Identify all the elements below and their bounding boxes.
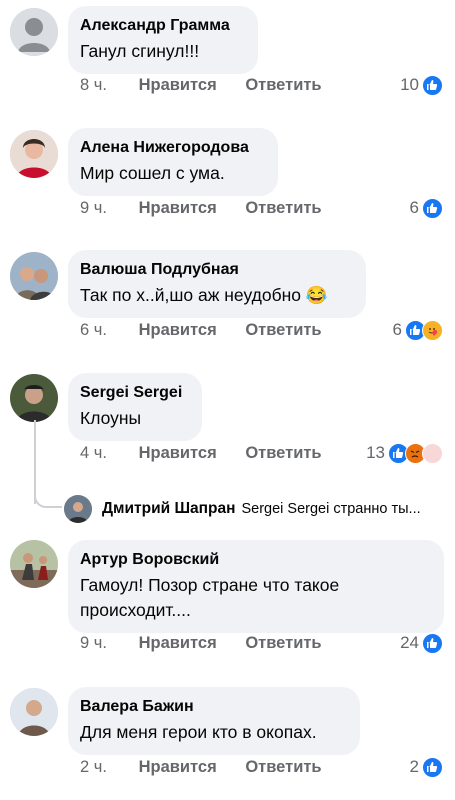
reactions-summary[interactable]: 13 <box>366 441 443 465</box>
comment-time[interactable]: 9 ч. <box>80 197 134 219</box>
comment-text: Для меня герои кто в окопах. <box>80 722 317 742</box>
reactions-count: 6 <box>392 320 402 339</box>
reply-link[interactable]: Ответить <box>245 319 321 341</box>
like-icon <box>422 74 443 96</box>
like-link[interactable]: Нравится <box>139 632 217 654</box>
reply-link[interactable]: Ответить <box>245 632 321 654</box>
reactions-summary[interactable]: 10 <box>400 73 443 97</box>
comment-bubble: Валюша Подлубная Так по х..й,шо аж неудо… <box>68 250 366 318</box>
reactions-summary[interactable]: 2 <box>410 755 443 779</box>
reply-preview[interactable]: Дмитрий Шапран Sergei Sergei странно ты.… <box>64 494 421 524</box>
like-link[interactable]: Нравится <box>139 197 217 219</box>
reply-link[interactable]: Ответить <box>245 197 321 219</box>
reactions-count: 24 <box>400 633 419 652</box>
reply-link[interactable]: Ответить <box>245 442 321 464</box>
extra-reaction-icon <box>422 442 443 464</box>
comment-time[interactable]: 4 ч. <box>80 442 134 464</box>
avatar-photo[interactable] <box>10 688 58 736</box>
like-icon <box>422 632 443 654</box>
reactions-summary[interactable]: 24 <box>400 631 443 655</box>
comment-actions: 4 ч. Нравится Ответить <box>80 442 322 464</box>
avatar-photo[interactable] <box>64 495 92 523</box>
comment-author[interactable]: Валюша Подлубная <box>80 259 352 280</box>
comment-text: Гамоул! Позор стране что такое происходи… <box>80 575 340 620</box>
comment-actions: 9 ч. Нравится Ответить <box>80 632 322 654</box>
avatar-photo[interactable] <box>10 252 58 300</box>
like-icon <box>422 756 443 778</box>
comment-bubble: Sergei Sergei Клоуны <box>68 373 202 441</box>
avatar-photo[interactable] <box>10 374 58 422</box>
comment-actions: 2 ч. Нравится Ответить <box>80 756 322 778</box>
reply-link[interactable]: Ответить <box>245 74 321 96</box>
reply-author[interactable]: Дмитрий Шапран <box>102 500 235 518</box>
comment-text: Клоуны <box>80 408 142 428</box>
comment-actions: 6 ч. Нравится Ответить <box>80 319 322 341</box>
comment-bubble: Александр Грамма Ганул сгинул!!! <box>68 6 258 74</box>
like-link[interactable]: Нравится <box>139 442 217 464</box>
comment-time[interactable]: 8 ч. <box>80 74 134 96</box>
thread-curve <box>34 480 62 508</box>
comment-author[interactable]: Александр Грамма <box>80 15 244 36</box>
comment-actions: 8 ч. Нравится Ответить <box>80 74 322 96</box>
like-link[interactable]: Нравится <box>139 319 217 341</box>
comment-text: Так по х..й,шо аж неудобно 😂 <box>80 283 352 308</box>
like-icon <box>422 197 443 219</box>
reply-text: Sergei Sergei странно ты... <box>241 501 421 517</box>
care-icon <box>422 319 443 341</box>
comment-time[interactable]: 6 ч. <box>80 319 134 341</box>
comment-text-content: Так по х..й,шо аж неудобно <box>80 285 302 305</box>
reactions-summary[interactable]: 6 <box>393 318 443 342</box>
reactions-count: 2 <box>409 757 419 776</box>
comment-author[interactable]: Валера Бажин <box>80 696 346 717</box>
comment-time[interactable]: 9 ч. <box>80 632 134 654</box>
comment-author[interactable]: Sergei Sergei <box>80 382 188 403</box>
avatar-default[interactable] <box>10 8 58 56</box>
reactions-count: 13 <box>366 443 385 462</box>
laughing-emoji: 😂 <box>305 285 328 305</box>
avatar-photo[interactable] <box>10 540 58 588</box>
reply-link[interactable]: Ответить <box>245 756 321 778</box>
reactions-summary[interactable]: 6 <box>410 196 443 220</box>
comment-bubble: Валера Бажин Для меня герои кто в окопах… <box>68 687 360 755</box>
reactions-count: 10 <box>400 75 419 94</box>
like-link[interactable]: Нравится <box>139 74 217 96</box>
comment-bubble: Артур Воровский Гамоул! Позор стране что… <box>68 540 444 633</box>
comment-author[interactable]: Алена Нижегородова <box>80 137 264 158</box>
comment-time[interactable]: 2 ч. <box>80 756 134 778</box>
reactions-count: 6 <box>409 198 419 217</box>
like-link[interactable]: Нравится <box>139 756 217 778</box>
comment-text: Мир сошел с ума. <box>80 163 225 183</box>
comment-text: Ганул сгинул!!! <box>80 41 200 61</box>
comment-author[interactable]: Артур Воровский <box>80 549 430 570</box>
comment-actions: 9 ч. Нравится Ответить <box>80 197 322 219</box>
avatar-photo[interactable] <box>10 130 58 178</box>
comment-bubble: Алена Нижегородова Мир сошел с ума. <box>68 128 278 196</box>
